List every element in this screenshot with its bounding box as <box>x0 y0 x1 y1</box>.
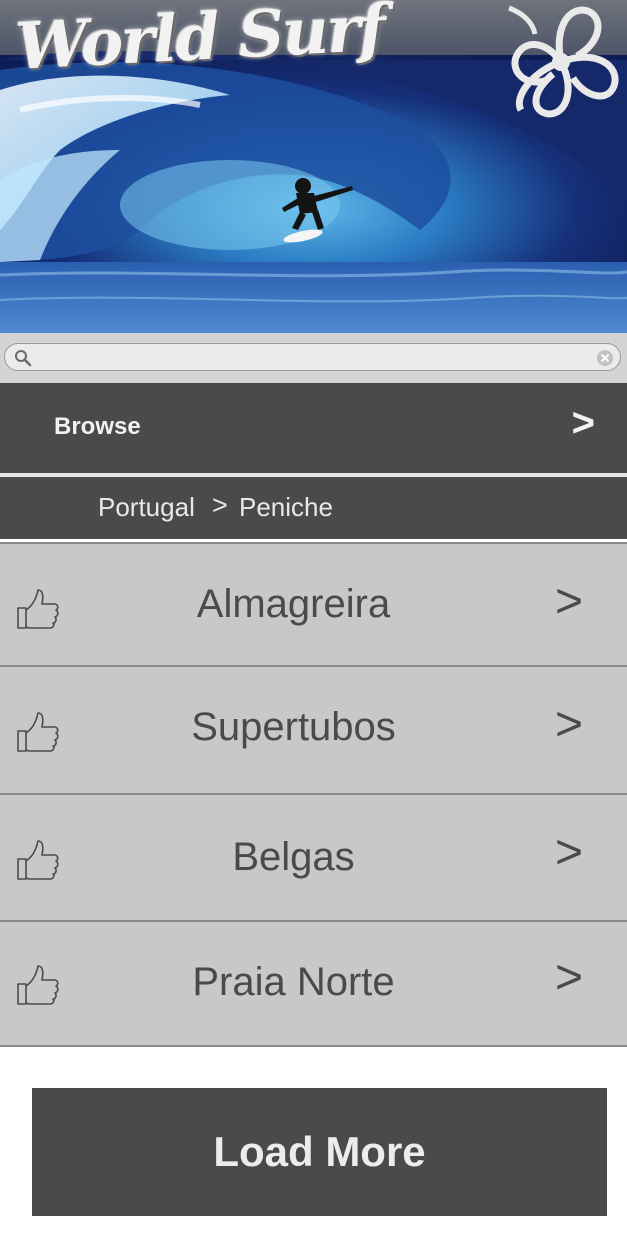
hibiscus-flower-icon <box>508 5 619 118</box>
load-more-button[interactable]: Load More <box>32 1088 607 1216</box>
chevron-right-icon: > <box>554 951 583 1004</box>
thumbs-up-icon[interactable] <box>14 709 60 755</box>
spot-name: Belgas <box>232 835 355 879</box>
browse-button[interactable]: Browse > <box>0 383 627 473</box>
list-item[interactable]: Praia Norte > <box>0 920 627 1045</box>
list-item[interactable]: Supertubos > <box>0 665 627 793</box>
list-divider <box>0 1045 627 1047</box>
chevron-right-icon: > <box>554 575 583 628</box>
chevron-right-icon: > <box>554 698 583 751</box>
list-item[interactable]: Almagreira > <box>0 542 627 666</box>
thumbs-up-icon[interactable] <box>14 586 60 632</box>
thumbs-up-icon[interactable] <box>14 837 60 883</box>
list-item[interactable]: Belgas > <box>0 793 627 921</box>
thumbs-up-icon[interactable] <box>14 962 60 1008</box>
breadcrumb-separator: > <box>212 490 228 520</box>
search-bar <box>0 333 627 383</box>
breadcrumb: Portugal > Peniche <box>0 477 627 539</box>
search-field[interactable] <box>4 343 621 371</box>
spot-name: Supertubos <box>191 705 396 749</box>
header-banner: World Surf <box>0 0 627 333</box>
chevron-right-icon: > <box>554 826 583 879</box>
spot-name: Almagreira <box>196 582 391 626</box>
breadcrumb-item-region[interactable]: Peniche <box>239 492 333 523</box>
chevron-right-icon: > <box>571 401 595 445</box>
breadcrumb-item-country[interactable]: Portugal <box>98 492 195 523</box>
spot-name: Praia Norte <box>192 960 395 1004</box>
clear-icon[interactable] <box>596 349 614 367</box>
search-input[interactable] <box>39 347 593 369</box>
search-icon <box>15 350 32 367</box>
browse-label: Browse <box>54 413 141 440</box>
